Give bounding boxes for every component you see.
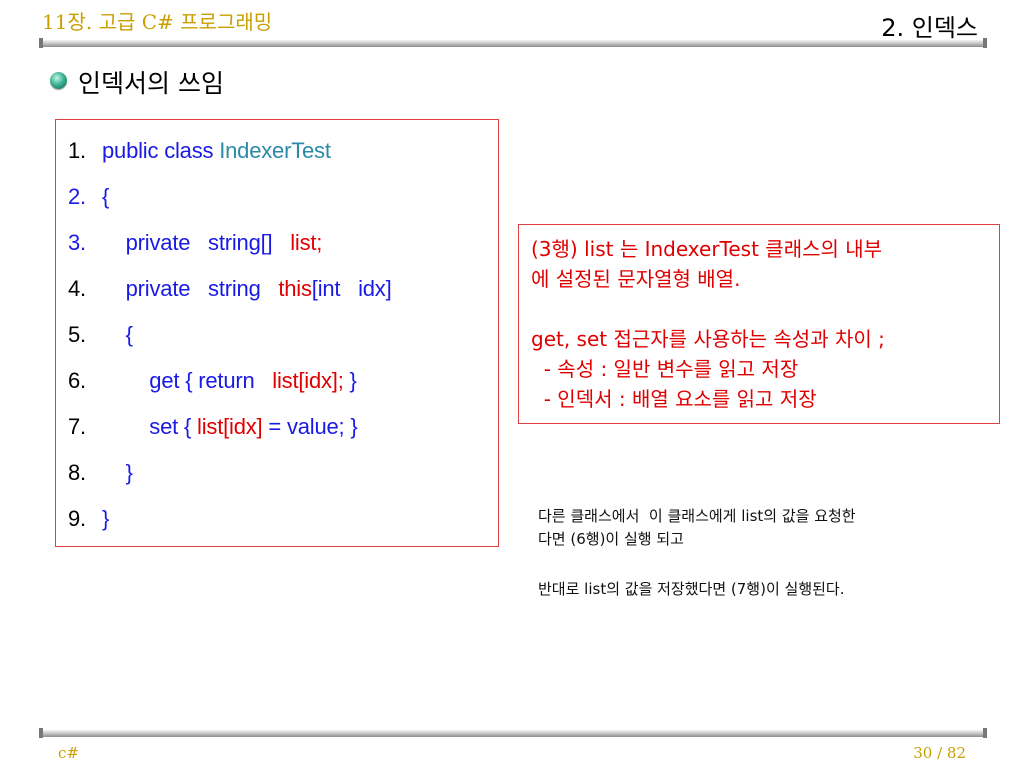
code-line-number: 3. [68,230,86,255]
slide-heading: 인덱서의 쓰임 [78,69,224,98]
note-line: get, set 접근자를 사용하는 속성과 차이 ; [531,327,885,351]
code-line-number: 7. [68,414,86,439]
divider-cap-right [983,38,987,48]
code-line: 2. { [68,184,109,210]
code-line: 9.} [68,506,109,532]
code-token: = value; } [262,414,358,439]
code-token: public class [102,138,220,163]
explanation-line-3: 반대로 list의 값을 저장했다면 (7행)이 실행된다. [538,580,845,598]
divider-cap-left [39,38,43,48]
code-line-number: 5. [68,322,86,347]
code-token: list; [290,230,323,255]
code-token: private string[] [102,230,291,255]
note-line: (3행) list 는 IndexerTest 클래스의 내부 [531,237,883,261]
code-token: { [102,184,110,209]
code-token: [int idx] [311,276,392,301]
code-line: 4. private string this[int idx] [68,276,392,302]
green-sphere-bullet-icon [50,72,67,89]
page-number: 30 / 82 [913,744,966,762]
code-line-number: 6. [68,368,86,393]
divider-cap-left [39,728,43,738]
code-line-number: 8. [68,460,86,485]
code-token: } [343,368,357,393]
code-token: set { [102,414,198,439]
note-line: 에 설정된 문자열형 배열. [531,267,741,291]
explanation-line-1: 다른 클래스에서 이 클래스에게 list의 값을 요청한 [538,507,856,525]
code-token: { [102,322,133,347]
code-line-number: 1. [68,138,86,163]
chapter-title: 11장. 고급 C# 프로그래밍 [42,10,273,34]
code-listing-box: 1. public class IndexerTest 2. {3. private … [55,119,499,547]
code-token: list[idx] [197,414,263,439]
code-line: 3. private string[] list; [68,230,322,256]
note-line: - 인덱서 : 배열 요소를 읽고 저장 [531,387,817,411]
code-token: private string [102,276,279,301]
code-line-number: 4. [68,276,86,301]
note-line: - 속성 : 일반 변수를 읽고 저장 [531,357,799,381]
note-box: (3행) list 는 IndexerTest 클래스의 내부에 설정된 문자열… [518,224,1000,424]
code-token: } [102,506,110,531]
code-line: 6. get { return list[idx]; } [68,368,357,394]
code-line: 7. set { list[idx] = value; } [68,414,358,440]
section-title: 2. 인덱스 [881,14,978,42]
code-line: 8. } [68,460,133,486]
code-token: } [102,460,133,485]
explanation-line-2: 다면 (6행)이 실행 되고 [538,530,684,548]
header-divider [39,38,987,48]
code-line: 1. public class IndexerTest [68,138,331,164]
code-line-number: 9. [68,506,86,531]
code-line: 5. { [68,322,133,348]
code-token: get { return [102,368,273,393]
code-line-number: 2. [68,184,86,209]
divider-cap-right [983,728,987,738]
footer-divider [39,728,987,738]
footer-label: c# [58,744,79,762]
code-token: this [278,276,312,301]
code-token: list[idx]; [272,368,344,393]
code-token: IndexerTest [219,138,331,163]
